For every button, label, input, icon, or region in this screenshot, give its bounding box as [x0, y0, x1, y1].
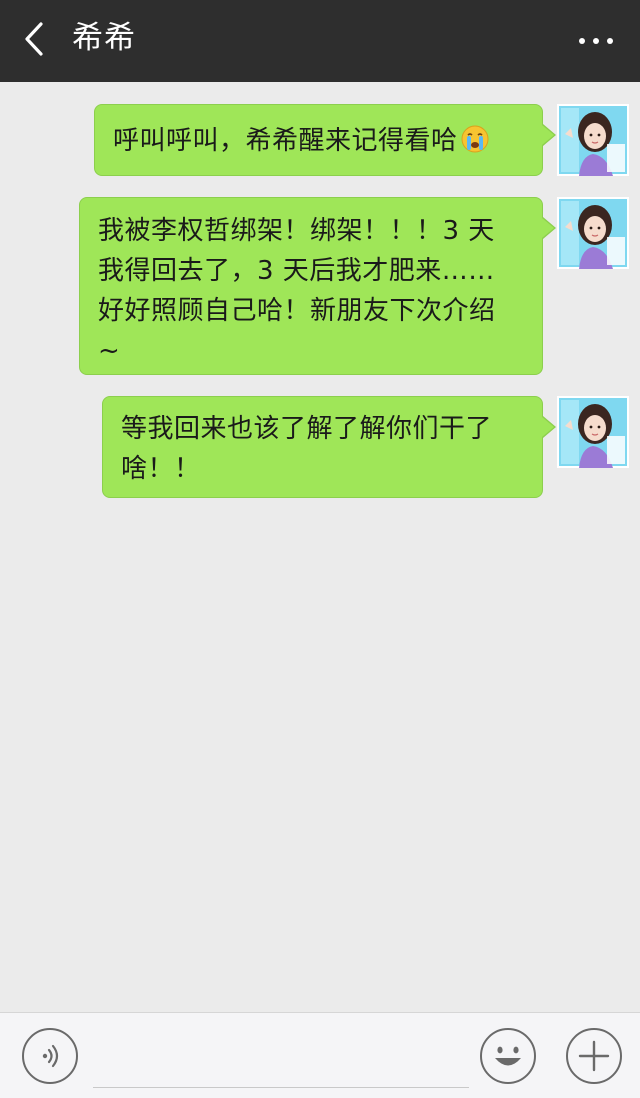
message-line: 好好照顾自己哈！新朋友下次介绍 — [98, 296, 496, 326]
avatar[interactable] — [557, 104, 629, 176]
emoji-icon — [480, 1028, 536, 1084]
message-bubble[interactable]: 等我回来也该了解了解你们干了 啥！！ — [102, 396, 556, 498]
message-text: 呼叫呼叫，希希醒来记得看哈 — [113, 126, 458, 156]
message-bubble[interactable]: 我被李权哲绑架！绑架！！！3 天 我得回去了，3 天后我才肥来…… 好好照顾自己… — [79, 197, 556, 375]
message-line: 等我回来也该了解了解你们干了 — [121, 414, 493, 444]
voice-icon — [22, 1028, 78, 1084]
plus-button[interactable] — [565, 1027, 623, 1085]
message-bubble[interactable]: 呼叫呼叫，希希醒来记得看哈 — [94, 104, 556, 176]
message-line: 我得回去了，3 天后我才肥来…… — [98, 256, 495, 286]
avatar[interactable] — [557, 396, 629, 468]
message-line: ~ — [98, 336, 121, 366]
input-bar — [0, 1012, 640, 1098]
chat-title: 希希 — [72, 20, 136, 56]
voice-button[interactable] — [21, 1027, 79, 1085]
plus-icon — [566, 1028, 622, 1084]
avatar[interactable] — [557, 197, 629, 269]
back-button[interactable] — [14, 18, 58, 62]
message-line: 我被李权哲绑架！绑架！！！3 天 — [98, 216, 495, 246]
more-dots-icon — [579, 38, 613, 44]
crying-face-icon — [461, 125, 489, 153]
message-line: 啥！！ — [121, 454, 201, 484]
emoji-button[interactable] — [479, 1027, 537, 1085]
more-button[interactable] — [574, 24, 618, 58]
chat-header: 希希 — [0, 0, 640, 82]
chevron-left-icon — [25, 22, 43, 56]
chat-area[interactable]: 呼叫呼叫，希希醒来记得看哈 我被李权哲绑架！绑架！！！3 天 我得回去了，3 天… — [0, 82, 640, 1012]
message-input[interactable] — [93, 1033, 469, 1088]
